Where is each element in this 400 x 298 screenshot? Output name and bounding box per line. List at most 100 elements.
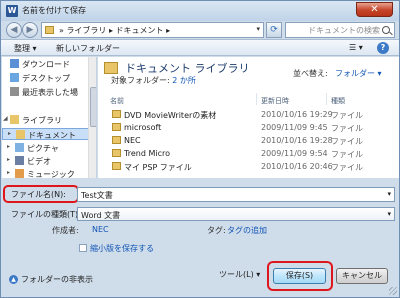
window-title: 名前を付けて保存 (22, 6, 86, 15)
item-type: ファイル (331, 150, 363, 159)
cancel-button[interactable]: キャンセル (336, 268, 388, 284)
list-item[interactable]: NEC 2010/10/16 19:28 ファイル (98, 134, 399, 147)
desktop-icon (10, 73, 19, 82)
tools-menu[interactable]: ツール(L) ▾ (219, 269, 260, 280)
address-bar[interactable]: » ライブラリ ▸ ドキュメント ▸ ▾ (41, 22, 264, 38)
thumbnail-row: 縮小版を保存する (1, 242, 399, 254)
folder-icon (112, 136, 121, 144)
folder-icon (112, 123, 121, 131)
nav-item-label: 最近表示した場 (22, 88, 78, 97)
forward-button[interactable]: ▶ (22, 22, 38, 38)
filetype-value: Word 文書 (81, 211, 121, 220)
nav-item-label: デスクトップ (22, 74, 70, 83)
collapse-icon: ▲ (9, 275, 18, 284)
chevron-down-icon[interactable]: ▾ (387, 190, 391, 198)
list-item[interactable]: Trend Micro 2009/11/09 9:54 ファイル (98, 147, 399, 160)
filename-field[interactable]: Test文書 ▾ (77, 187, 395, 202)
new-folder-button[interactable]: 新しいフォルダー (56, 43, 120, 54)
filename-row: ファイル名(N): Test文書 ▾ (1, 184, 399, 204)
item-type: ファイル (331, 111, 363, 120)
save-as-dialog: W 名前を付けて保存 ✕ ◀ ▶ » ライブラリ ▸ ドキュメント ▸ ▾ ⟳ … (0, 0, 400, 298)
nav-item-libraries[interactable]: ◢ ライブラリ (2, 114, 89, 126)
item-date: 2010/10/16 20:46 (261, 162, 333, 171)
item-date: 2009/11/09 9:45 (261, 123, 328, 132)
resize-grip[interactable] (389, 287, 397, 295)
refresh-button[interactable]: ⟳ (266, 22, 282, 38)
back-button[interactable]: ◀ (6, 22, 22, 38)
nav-item-label: ライブラリ (22, 116, 62, 125)
author-label: 作成者: (52, 226, 79, 235)
nav-item-music[interactable]: ▸ ミュージック (2, 168, 89, 178)
hide-folders-button[interactable]: ▲ フォルダーの非表示 (9, 274, 93, 285)
search-icon[interactable] (382, 26, 390, 34)
file-list: DVD MovieWriterの素材 2010/10/16 19:29 ファイル… (98, 108, 399, 173)
address-row: ◀ ▶ » ライブラリ ▸ ドキュメント ▸ ▾ ⟳ ドキュメントの検索 (1, 21, 399, 39)
nav-item-videos[interactable]: ▸ ビデオ (2, 155, 89, 167)
filename-value[interactable]: Test文書 (81, 190, 113, 201)
filename-label: ファイル名(N): (11, 190, 66, 199)
save-button[interactable]: 保存(S) (273, 268, 326, 284)
help-icon[interactable]: ? (377, 42, 389, 54)
recent-places-icon (10, 87, 19, 96)
music-icon (15, 169, 24, 178)
item-name: microsoft (124, 123, 162, 132)
list-item[interactable]: マイ PSP ファイル 2010/10/16 20:46 ファイル (98, 160, 399, 173)
nav-item-downloads[interactable]: ダウンロード (2, 58, 89, 70)
item-name: マイ PSP ファイル (124, 163, 192, 172)
save-thumbnail-label[interactable]: 縮小版を保存する (90, 243, 154, 254)
expand-arrow-icon[interactable]: ▸ (7, 156, 10, 163)
column-header-name[interactable]: 名前 (110, 96, 124, 106)
column-divider[interactable] (326, 93, 327, 105)
pictures-icon (15, 143, 24, 152)
tags-field[interactable]: タグの追加 (227, 225, 267, 236)
nav-item-recent-places[interactable]: 最近表示した場 (2, 86, 89, 98)
command-bar: 整理 ▾ 新しいフォルダー ☰ ▾ ? (1, 39, 399, 56)
nav-scrollbar[interactable] (88, 57, 96, 178)
download-folder-icon (10, 59, 19, 68)
nav-item-label: ドキュメント (28, 131, 76, 140)
chevron-down-icon[interactable]: ▾ (387, 210, 391, 218)
column-divider[interactable] (256, 93, 257, 105)
locations-link[interactable]: 2 か所 (172, 76, 196, 85)
author-field[interactable]: NEC (92, 225, 109, 234)
column-header-type[interactable]: 種類 (331, 96, 345, 106)
chevron-down-icon[interactable]: ▾ (256, 25, 260, 33)
nav-item-label: ピクチャ (27, 144, 59, 153)
views-icon[interactable]: ☰ ▾ (349, 43, 363, 52)
expand-arrow-icon[interactable]: ▸ (7, 143, 10, 150)
item-name: DVD MovieWriterの素材 (124, 111, 217, 120)
close-button[interactable]: ✕ (356, 2, 393, 17)
item-date: 2010/10/16 19:28 (261, 136, 333, 145)
list-item[interactable]: microsoft 2009/11/09 9:45 ファイル (98, 121, 399, 134)
item-type: ファイル (331, 137, 363, 146)
word-app-icon: W (6, 5, 18, 17)
hide-folders-label: フォルダーの非表示 (21, 275, 93, 284)
filetype-select[interactable]: Word 文書 ▾ (77, 207, 395, 221)
item-name: NEC (124, 136, 141, 145)
library-subtitle: 対象フォルダー: 2 か所 (111, 75, 196, 86)
item-type: ファイル (331, 124, 363, 133)
organize-menu[interactable]: 整理 ▾ (14, 43, 37, 54)
breadcrumb[interactable]: » ライブラリ ▸ ドキュメント ▸ (59, 25, 170, 36)
item-name: Trend Micro (124, 149, 170, 158)
item-type: ファイル (331, 163, 363, 172)
expand-arrow-icon[interactable]: ▸ (8, 130, 11, 137)
collapse-arrow-icon[interactable]: ◢ (3, 115, 8, 122)
nav-item-desktop[interactable]: デスクトップ (2, 72, 89, 84)
tags-label: タグ: (207, 226, 226, 235)
nav-item-label: ビデオ (27, 157, 51, 166)
nav-item-label: ダウンロード (22, 60, 70, 69)
search-input[interactable]: ドキュメントの検索 (285, 22, 395, 38)
column-header-date[interactable]: 更新日時 (261, 96, 289, 106)
item-date: 2010/10/16 19:29 (261, 110, 333, 119)
expand-arrow-icon[interactable]: ▸ (7, 169, 10, 176)
search-placeholder: ドキュメントの検索 (308, 26, 380, 35)
list-item[interactable]: DVD MovieWriterの素材 2010/10/16 19:29 ファイル (98, 108, 399, 121)
nav-scrollbar-thumb[interactable] (90, 87, 96, 127)
nav-item-documents[interactable]: ▸ ドキュメント (2, 128, 89, 140)
save-thumbnail-checkbox[interactable] (79, 244, 87, 252)
title-bar: W 名前を付けて保存 ✕ (1, 1, 399, 21)
library-icon (10, 115, 19, 124)
arrange-by-dropdown[interactable]: フォルダー ▾ (335, 68, 382, 79)
nav-item-pictures[interactable]: ▸ ピクチャ (2, 142, 89, 154)
